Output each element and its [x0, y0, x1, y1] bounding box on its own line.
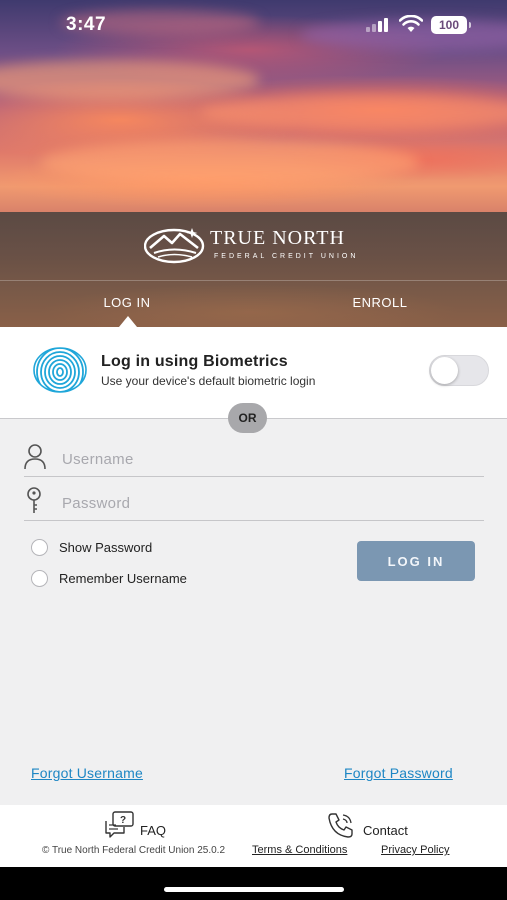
forgot-password-link[interactable]: Forgot Password: [344, 765, 453, 781]
toggle-knob: [431, 357, 458, 384]
biometrics-description: Use your device's default biometric logi…: [101, 374, 316, 388]
biometrics-toggle[interactable]: [429, 355, 489, 386]
terms-link[interactable]: Terms & Conditions: [252, 844, 347, 856]
faq-button[interactable]: ? FAQ: [104, 811, 174, 839]
brand-subtitle: FEDERAL CREDIT UNION: [214, 253, 359, 260]
fingerprint-icon: [33, 347, 87, 393]
tab-enroll[interactable]: ENROLL: [310, 295, 450, 310]
or-divider-badge: OR: [228, 403, 267, 433]
footer: ? FAQ Contact © True North Federal Credi…: [0, 805, 507, 867]
phone-icon: [328, 813, 353, 838]
home-indicator-area: [0, 867, 507, 900]
username-field: [24, 441, 484, 477]
key-icon: [27, 487, 41, 513]
username-input[interactable]: [62, 447, 462, 471]
remember-username-label: Remember Username: [59, 571, 187, 586]
show-password-label: Show Password: [59, 540, 153, 555]
faq-label: FAQ: [140, 823, 167, 838]
wifi-icon: [399, 15, 423, 32]
contact-button[interactable]: Contact: [326, 811, 426, 839]
password-field: [24, 485, 484, 521]
login-screen: 3:47 100 TRUE NORTH FEDERAL CREDIT UNION…: [0, 0, 507, 900]
cellular-signal-icon: [366, 18, 392, 32]
remember-username-radio[interactable]: [31, 570, 48, 587]
tab-log-in[interactable]: LOG IN: [57, 295, 197, 310]
status-time: 3:47: [66, 14, 107, 35]
biometrics-title: Log in using Biometrics: [101, 353, 288, 370]
auth-tabs: LOG IN ENROLL: [0, 281, 507, 327]
log-in-button[interactable]: LOG IN: [357, 541, 475, 581]
show-password-radio[interactable]: [31, 539, 48, 556]
active-tab-indicator: [119, 316, 137, 327]
brand-logo: TRUE NORTH FEDERAL CREDIT UNION: [144, 226, 366, 266]
contact-label: Contact: [363, 823, 408, 838]
privacy-policy-link[interactable]: Privacy Policy: [381, 844, 449, 856]
user-icon: [24, 444, 46, 470]
status-bar: 3:47 100: [0, 0, 507, 50]
svg-text:?: ?: [120, 815, 126, 826]
copyright-text: © True North Federal Credit Union 25.0.2: [42, 845, 226, 856]
faq-chat-icon: ?: [105, 811, 134, 838]
battery-indicator: 100: [431, 16, 471, 34]
home-indicator[interactable]: [164, 887, 344, 892]
brand-name: TRUE NORTH: [210, 227, 345, 249]
forgot-username-link[interactable]: Forgot Username: [31, 765, 143, 781]
password-input[interactable]: [62, 491, 462, 515]
mountain-star-logo-icon: [144, 228, 205, 264]
